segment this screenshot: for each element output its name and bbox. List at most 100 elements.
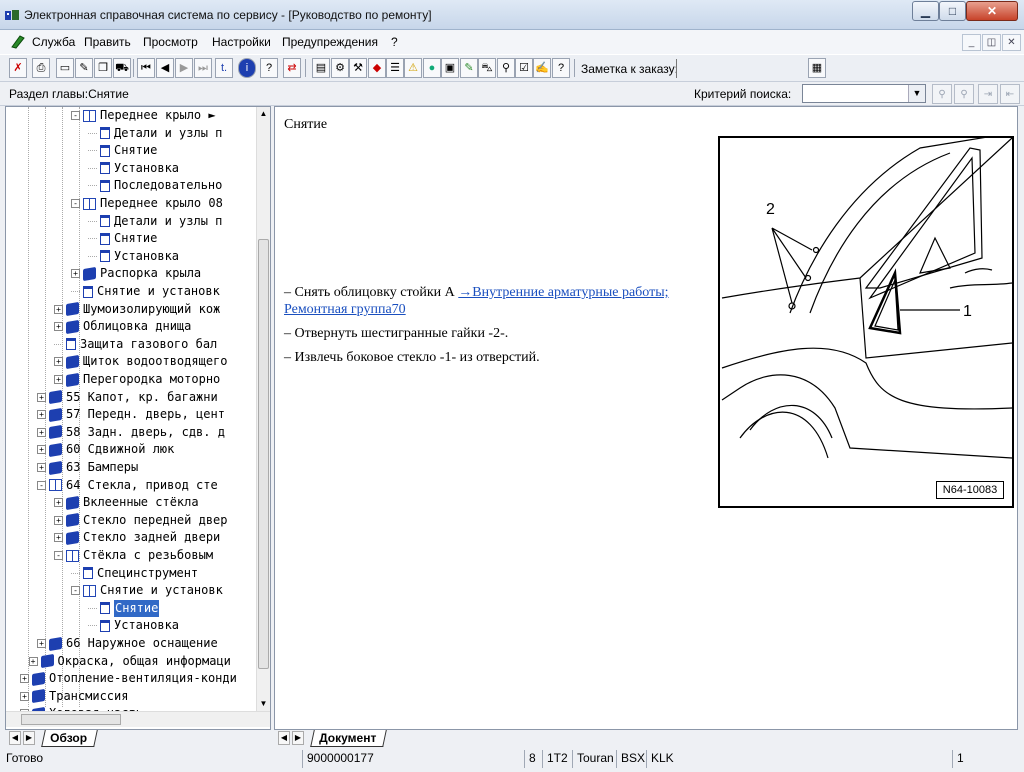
collapse-icon[interactable]: -	[71, 199, 80, 208]
info-icon[interactable]: i	[238, 58, 256, 78]
tree-item[interactable]: Снятие	[88, 599, 160, 617]
menu-help[interactable]: ?	[391, 35, 398, 49]
tree-item[interactable]: +63 Бамперы	[37, 459, 138, 476]
tree-item[interactable]: Детали и узлы п	[88, 213, 222, 230]
collapse-icon[interactable]: -	[37, 480, 46, 490]
tree-item[interactable]: +55 Капот, кр. багажни	[37, 389, 218, 406]
tree-item[interactable]: + Стекло передней двер	[54, 512, 228, 529]
expand-icon[interactable]: +	[54, 322, 63, 332]
expand-icon[interactable]: +	[54, 304, 63, 314]
outdent-icon[interactable]: ⇤	[1000, 84, 1020, 104]
globe-icon[interactable]: ●	[423, 58, 441, 78]
expand-icon[interactable]: +	[37, 639, 46, 648]
order-note-button[interactable]: ▦	[808, 58, 826, 78]
scroll-up-icon[interactable]: ▲	[257, 107, 270, 121]
back-link-icon[interactable]: t.	[215, 58, 233, 78]
tree-item[interactable]: + Отопление-вентиляция-конди	[20, 670, 237, 687]
pen-icon[interactable]: ✎	[460, 58, 478, 78]
filter-clear-icon[interactable]: ⚲	[954, 84, 974, 104]
tree-item[interactable]: Детали и узлы п	[88, 125, 222, 142]
expand-icon[interactable]: +	[37, 410, 46, 420]
copy-doc-icon[interactable]: ❐	[94, 58, 112, 78]
vehicle-icon[interactable]: ⛍	[478, 58, 496, 78]
exit-icon[interactable]: ✗	[9, 58, 27, 78]
doc-tab-prev-icon[interactable]: ◀	[278, 731, 290, 745]
menu-service[interactable]: Служба	[32, 35, 75, 49]
tab-overview[interactable]: Обзор	[41, 730, 98, 747]
list-icon[interactable]: ☰	[386, 58, 404, 78]
hscroll-thumb[interactable]	[21, 714, 121, 725]
minimize-button[interactable]: ▁	[912, 1, 939, 21]
collapse-icon[interactable]: -	[54, 551, 63, 560]
expand-icon[interactable]: +	[54, 515, 63, 525]
expand-icon[interactable]: +	[37, 392, 46, 402]
first-page-icon[interactable]: ⏮	[137, 58, 155, 78]
print-icon[interactable]: ⎙	[32, 58, 50, 78]
doc-tab-next-icon[interactable]: ▶	[292, 731, 304, 745]
tree-item[interactable]: - Переднее крыло ►	[71, 107, 216, 124]
collapse-icon[interactable]: -	[71, 586, 80, 596]
help-icon[interactable]: ?	[260, 58, 278, 78]
mdi-minimize-button[interactable]: _	[962, 34, 981, 51]
tab-document[interactable]: Документ	[310, 730, 388, 747]
car-icon[interactable]: ⛟	[113, 58, 131, 78]
expand-icon[interactable]: +	[54, 533, 63, 543]
swap-icon[interactable]: ⇄	[283, 58, 301, 78]
disk-icon[interactable]: ▣	[441, 58, 459, 78]
tree-item[interactable]: + Щиток водоотводящего	[54, 353, 228, 370]
tree-item[interactable]: Установка	[88, 160, 179, 177]
last-page-icon[interactable]: ⏭	[194, 58, 212, 78]
order-note-input[interactable]	[676, 59, 806, 78]
scroll-down-icon[interactable]: ▼	[257, 697, 270, 711]
warning-icon[interactable]: ⚠	[404, 58, 422, 78]
next-page-icon[interactable]: ▶	[175, 58, 193, 78]
new-doc-icon[interactable]: ▭	[56, 58, 74, 78]
tree-item[interactable]: + Перегородка моторно	[54, 371, 220, 388]
mdi-close-button[interactable]: ✕	[1002, 34, 1021, 51]
tab-next-icon[interactable]: ▶	[23, 731, 35, 745]
maximize-button[interactable]: □	[939, 1, 966, 21]
tree-item[interactable]: - Стёкла с резьбовым	[54, 547, 213, 564]
tree-item[interactable]: + Трансмиссия	[20, 688, 128, 705]
tree-item[interactable]: +58 Задн. дверь, сдв. д	[37, 424, 225, 441]
close-button[interactable]: ✕	[966, 1, 1018, 21]
expand-icon[interactable]: +	[71, 269, 80, 279]
scroll-thumb[interactable]	[258, 239, 269, 669]
help-doc-icon[interactable]: ?	[552, 58, 570, 78]
tree-item[interactable]: +60 Сдвижной люк	[37, 441, 174, 458]
tree-item[interactable]: - 64 Стекла, привод сте	[37, 477, 218, 494]
tree-item[interactable]: +57 Передн. дверь, цент	[37, 406, 225, 423]
tree-item[interactable]: - Снятие и установк	[71, 582, 223, 599]
menu-edit[interactable]: Править	[84, 35, 131, 49]
notes-icon[interactable]: ✍	[533, 58, 551, 78]
tree-horizontal-scrollbar[interactable]	[6, 711, 270, 727]
tree-item[interactable]: Установка	[88, 248, 179, 265]
tree-item[interactable]: + Облицовка днища	[54, 318, 191, 335]
edit-doc-icon[interactable]: ✎	[75, 58, 93, 78]
expand-icon[interactable]: +	[37, 427, 46, 437]
menu-warnings[interactable]: Предупреждения	[282, 35, 378, 49]
indent-icon[interactable]: ⇥	[978, 84, 998, 104]
search-criteria-select[interactable]: ▼	[802, 84, 926, 103]
collapse-icon[interactable]: -	[71, 111, 80, 120]
parts-icon[interactable]: ⚙	[331, 58, 349, 78]
tree-item[interactable]: + Шумоизолирующий кож	[54, 301, 220, 318]
tree-item[interactable]: Снятие	[88, 142, 157, 159]
menu-view[interactable]: Просмотр	[143, 35, 198, 49]
chevron-down-icon[interactable]: ▼	[908, 85, 925, 102]
tree-item[interactable]: Последовательно	[88, 177, 222, 194]
tree-item[interactable]: +66 Наружное оснащение	[37, 635, 218, 652]
tree-vertical-scrollbar[interactable]: ▲ ▼	[256, 107, 270, 711]
tools-icon[interactable]: ⚒	[349, 58, 367, 78]
expand-icon[interactable]: +	[54, 498, 63, 508]
expand-icon[interactable]: +	[54, 375, 63, 384]
expand-icon[interactable]: +	[20, 691, 29, 701]
tree-item[interactable]: Специнструмент	[71, 565, 198, 582]
checklist-icon[interactable]: ☑	[515, 58, 533, 78]
expand-icon[interactable]: +	[20, 674, 29, 684]
tree-item[interactable]: Снятие	[88, 230, 157, 247]
expand-icon[interactable]: +	[37, 463, 46, 472]
search-car-icon[interactable]: ⚲	[497, 58, 515, 78]
tree-item[interactable]: Защита газового бал	[54, 336, 217, 353]
tree-item[interactable]: + Вклеенные стёкла	[54, 494, 199, 511]
